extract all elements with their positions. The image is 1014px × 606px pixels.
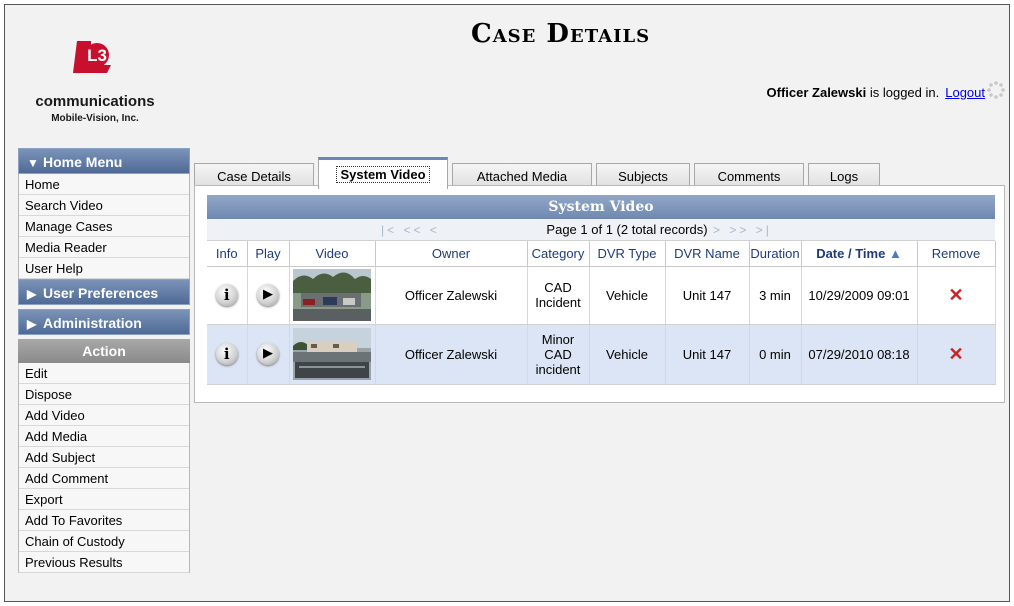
action-add-video[interactable]: Add Video xyxy=(19,405,189,426)
video-thumbnail[interactable] xyxy=(293,269,371,321)
action-export[interactable]: Export xyxy=(19,489,189,510)
info-icon[interactable]: i xyxy=(215,284,238,306)
col-category[interactable]: Category xyxy=(527,241,590,267)
action-edit[interactable]: Edit xyxy=(19,363,189,384)
app-frame: L3 communications Mobile-Vision, Inc. Ca… xyxy=(4,4,1010,602)
page-title: Case Details xyxy=(471,19,651,49)
svg-text:L3: L3 xyxy=(87,46,107,65)
home-menu-header[interactable]: ▼ Home Menu xyxy=(18,148,190,174)
sidebar-item-media-reader[interactable]: Media Reader xyxy=(19,237,189,258)
action-add-subject[interactable]: Add Subject xyxy=(19,447,189,468)
cell-dvr-name: Unit 147 xyxy=(665,266,750,325)
logo-text: communications xyxy=(35,93,155,110)
sidebar-item-search-video[interactable]: Search Video xyxy=(19,195,189,216)
table-header-row: Info Play Video Owner Category DVR Type … xyxy=(207,241,996,267)
cell-duration: 0 min xyxy=(749,324,802,385)
play-icon[interactable]: ▶ xyxy=(257,343,279,365)
cell-dvr-name: Unit 147 xyxy=(665,324,750,385)
pager-info: Page 1 of 1 (2 total records) xyxy=(546,222,708,237)
remove-icon[interactable]: ✕ xyxy=(948,344,963,364)
login-suffix: is logged in. xyxy=(866,85,940,100)
play-icon[interactable]: ▶ xyxy=(257,284,279,306)
action-list: Edit Dispose Add Video Add Media Add Sub… xyxy=(18,363,190,573)
user-preferences-header[interactable]: ▶ User Preferences xyxy=(18,279,190,305)
action-add-to-favorites[interactable]: Add To Favorites xyxy=(19,510,189,531)
expand-triangle-icon: ▶ xyxy=(27,287,37,301)
l3-logo-icon: L3 xyxy=(73,41,111,73)
cell-category: CAD Incident xyxy=(527,266,590,325)
tab-panel: System Video |< << < Page 1 of 1 (2 tota… xyxy=(194,185,1005,403)
action-add-media[interactable]: Add Media xyxy=(19,426,189,447)
cell-owner: Officer Zalewski xyxy=(375,266,528,325)
cell-datetime: 10/29/2009 09:01 xyxy=(801,266,918,325)
logout-link[interactable]: Logout xyxy=(945,85,985,100)
video-thumbnail[interactable] xyxy=(293,328,371,380)
col-play: Play xyxy=(247,241,290,267)
cell-duration: 3 min xyxy=(749,266,802,325)
col-date-time[interactable]: Date / Time ▲ xyxy=(801,241,918,267)
col-dvr-name[interactable]: DVR Name xyxy=(665,241,750,267)
cell-category: Minor CAD incident xyxy=(527,324,590,385)
table-row[interactable]: i ▶ xyxy=(207,266,996,325)
video-table: Info Play Video Owner Category DVR Type … xyxy=(207,241,996,385)
col-dvr-type[interactable]: DVR Type xyxy=(589,241,666,267)
sidebar-item-user-help[interactable]: User Help xyxy=(19,258,189,279)
sort-ascending-icon: ▲ xyxy=(888,245,902,261)
l3-logo: L3 communications Mobile-Vision, Inc. xyxy=(15,29,175,129)
info-icon[interactable]: i xyxy=(215,343,238,365)
pager: |< << < Page 1 of 1 (2 total records) > … xyxy=(207,219,995,241)
action-add-comment[interactable]: Add Comment xyxy=(19,468,189,489)
sidebar-item-home[interactable]: Home xyxy=(19,174,189,195)
tab-system-video[interactable]: System Video xyxy=(318,157,448,189)
login-status: Officer Zalewski is logged in. Logout xyxy=(767,85,985,100)
remove-icon[interactable]: ✕ xyxy=(948,285,963,305)
cell-dvr-type: Vehicle xyxy=(589,266,666,325)
grid-title: System Video xyxy=(207,195,995,219)
logo-subtext: Mobile-Vision, Inc. xyxy=(51,113,139,124)
col-duration[interactable]: Duration xyxy=(749,241,802,267)
collapse-triangle-icon: ▼ xyxy=(27,156,39,170)
cell-datetime: 07/29/2010 08:18 xyxy=(801,324,918,385)
col-info: Info xyxy=(207,241,248,267)
tab-bar: Case Details System Video Attached Media… xyxy=(194,157,1004,189)
loading-spinner-icon xyxy=(987,81,1005,99)
cell-dvr-type: Vehicle xyxy=(589,324,666,385)
user-name: Officer Zalewski xyxy=(766,85,867,100)
administration-header[interactable]: ▶ Administration xyxy=(18,309,190,335)
col-owner[interactable]: Owner xyxy=(375,241,528,267)
action-chain-of-custody[interactable]: Chain of Custody xyxy=(19,531,189,552)
expand-triangle-icon: ▶ xyxy=(27,317,37,331)
action-previous-results[interactable]: Previous Results xyxy=(19,552,189,573)
action-dispose[interactable]: Dispose xyxy=(19,384,189,405)
sidebar-item-manage-cases[interactable]: Manage Cases xyxy=(19,216,189,237)
col-remove: Remove xyxy=(917,241,996,267)
sidebar: ▼ Home Menu Home Search Video Manage Case… xyxy=(18,148,190,573)
home-menu-list: Home Search Video Manage Cases Media Rea… xyxy=(18,174,190,279)
col-video: Video xyxy=(289,241,376,267)
cell-owner: Officer Zalewski xyxy=(375,324,528,385)
table-row[interactable]: i ▶ xyxy=(207,324,996,385)
action-header: Action xyxy=(18,339,190,363)
pager-next-last-icon[interactable]: > >> >| xyxy=(713,219,772,241)
system-video-grid: System Video |< << < Page 1 of 1 (2 tota… xyxy=(207,195,996,385)
